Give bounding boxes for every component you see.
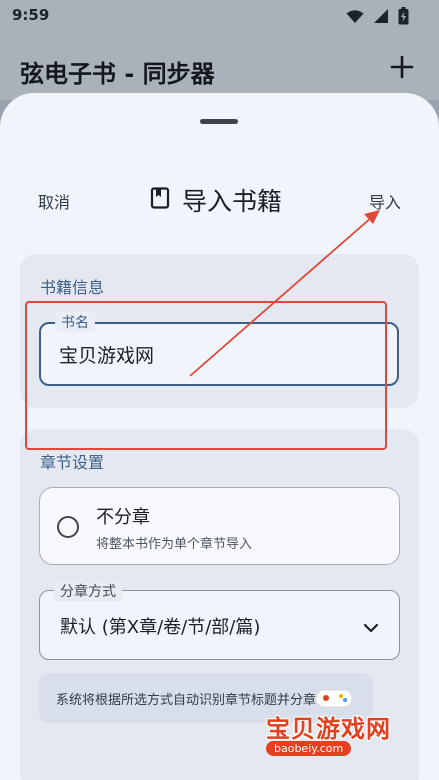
watermark-text: 宝贝游戏网 bbox=[266, 715, 391, 743]
watermark-url: baobeiy.com bbox=[266, 741, 352, 756]
watermark-logo: 宝贝游戏网 baobeiy.com bbox=[262, 685, 412, 760]
annotation-arrow bbox=[189, 210, 380, 377]
